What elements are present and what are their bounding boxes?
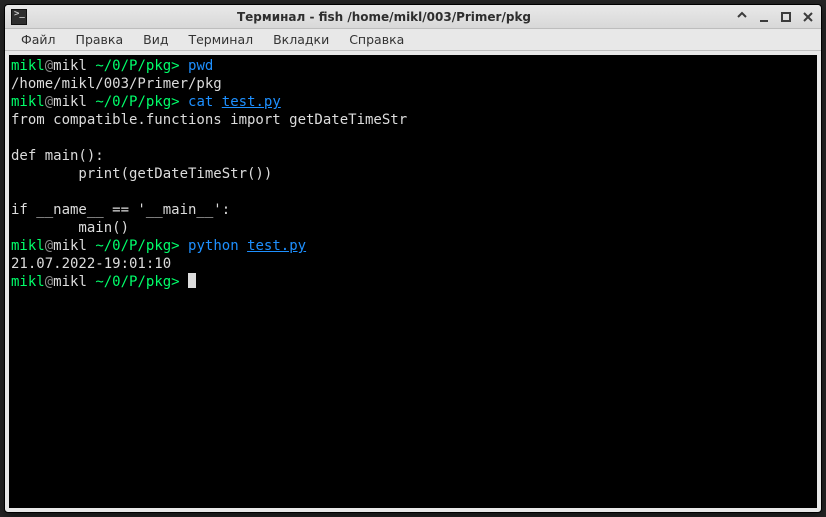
prompt-user: mikl — [11, 274, 45, 290]
prompt-user: mikl — [11, 94, 45, 110]
prompt-at: @ — [45, 238, 53, 254]
file-line: if __name__ == '__main__': — [11, 202, 230, 218]
titlebar[interactable]: Терминал - fish /home/mikl/003/Primer/pk… — [5, 5, 821, 29]
prompt-host: mikl — [53, 58, 87, 74]
prompt-sym: > — [171, 94, 179, 110]
prompt-path: ~/0/P/pkg — [95, 94, 171, 110]
prompt-host: mikl — [53, 238, 87, 254]
cmd-pwd: pwd — [188, 58, 213, 74]
menu-file[interactable]: Файл — [13, 30, 64, 49]
file-line: main() — [11, 220, 129, 236]
prompt-host: mikl — [53, 274, 87, 290]
terminal[interactable]: mikl@mikl ~/0/P/pkg> pwd /home/mikl/003/… — [9, 55, 817, 508]
menu-edit[interactable]: Правка — [68, 30, 132, 49]
terminal-window: Терминал - fish /home/mikl/003/Primer/pk… — [4, 4, 822, 513]
menu-help[interactable]: Справка — [341, 30, 412, 49]
menu-terminal[interactable]: Терминал — [180, 30, 261, 49]
prompt-at: @ — [45, 58, 53, 74]
prompt-sym: > — [171, 238, 179, 254]
cmd-cat: cat — [188, 94, 213, 110]
out-python: 21.07.2022-19:01:10 — [11, 256, 171, 272]
file-line: from compatible.functions import getDate… — [11, 112, 407, 128]
window-title: Терминал - fish /home/mikl/003/Primer/pk… — [33, 10, 735, 24]
prompt-sym: > — [171, 274, 179, 290]
shade-button[interactable] — [735, 10, 749, 24]
prompt-at: @ — [45, 274, 53, 290]
prompt-path: ~/0/P/pkg — [95, 238, 171, 254]
cmd-python: python — [188, 238, 239, 254]
minimize-button[interactable] — [757, 10, 771, 24]
menu-tabs[interactable]: Вкладки — [265, 30, 337, 49]
arg-testpy: test.py — [222, 94, 281, 110]
file-line: print(getDateTimeStr()) — [11, 166, 272, 182]
arg-testpy: test.py — [247, 238, 306, 254]
prompt-host: mikl — [53, 94, 87, 110]
prompt-user: mikl — [11, 58, 45, 74]
terminal-icon — [11, 9, 27, 25]
prompt-path: ~/0/P/pkg — [95, 58, 171, 74]
out-pwd: /home/mikl/003/Primer/pkg — [11, 76, 222, 92]
window-controls — [735, 10, 815, 24]
terminal-viewport: mikl@mikl ~/0/P/pkg> pwd /home/mikl/003/… — [5, 51, 821, 512]
prompt-path: ~/0/P/pkg — [95, 274, 171, 290]
prompt-at: @ — [45, 94, 53, 110]
close-button[interactable] — [801, 10, 815, 24]
menu-view[interactable]: Вид — [135, 30, 176, 49]
menubar: Файл Правка Вид Терминал Вкладки Справка — [5, 29, 821, 51]
prompt-sym: > — [171, 58, 179, 74]
file-line: def main(): — [11, 148, 104, 164]
maximize-button[interactable] — [779, 10, 793, 24]
prompt-user: mikl — [11, 238, 45, 254]
cursor-block — [188, 273, 196, 288]
